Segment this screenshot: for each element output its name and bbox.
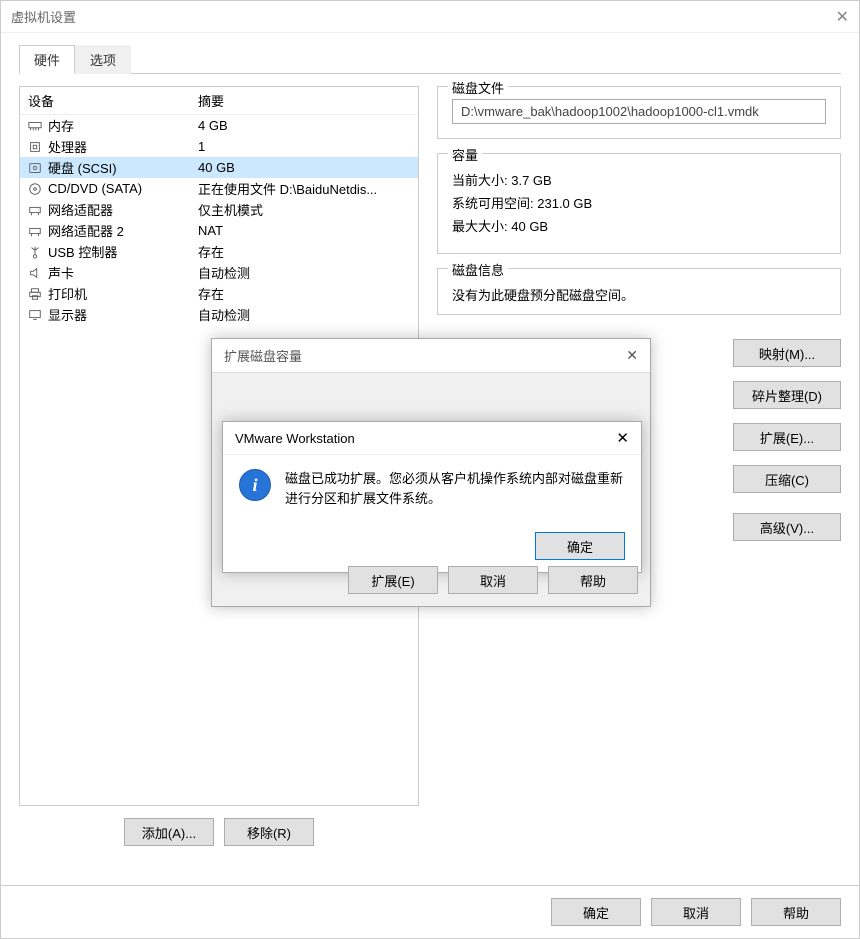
left-buttons: 添加(A)... 移除(R)	[19, 818, 419, 846]
device-row[interactable]: 处理器 1	[20, 136, 418, 157]
vmware-dialog-body: i 磁盘已成功扩展。您必须从客户机操作系统内部对磁盘重新进行分区和扩展文件系统。	[223, 455, 641, 532]
bottom-bar: 确定 取消 帮助	[1, 885, 859, 938]
expand-button[interactable]: 扩展(E)...	[733, 423, 841, 451]
device-summary: 仅主机模式	[198, 200, 410, 219]
ok-button[interactable]: 确定	[551, 898, 641, 926]
disk-file-value[interactable]: D:\vmware_bak\hadoop1002\hadoop1000-cl1.…	[452, 99, 826, 124]
cancel-button[interactable]: 取消	[651, 898, 741, 926]
sound-icon	[28, 266, 42, 280]
device-summary: 40 GB	[198, 160, 410, 175]
close-icon[interactable]: ✕	[836, 7, 849, 27]
device-name: 网络适配器	[48, 200, 113, 219]
map-button[interactable]: 映射(M)...	[733, 339, 841, 367]
capacity-max: 最大大小: 40 GB	[452, 216, 826, 235]
net-icon	[28, 203, 42, 217]
capacity-free: 系统可用空间: 231.0 GB	[452, 193, 826, 212]
device-row[interactable]: USB 控制器 存在	[20, 241, 418, 262]
memory-icon	[28, 119, 42, 133]
defrag-button[interactable]: 碎片整理(D)	[733, 381, 841, 409]
tab-hardware[interactable]: 硬件	[19, 45, 75, 74]
disk-info-title: 磁盘信息	[448, 260, 508, 279]
expand-cancel-button[interactable]: 取消	[448, 566, 538, 594]
device-summary: 存在	[198, 242, 410, 261]
titlebar: 虚拟机设置 ✕	[1, 1, 859, 33]
expand-dialog-body: VMware Workstation ✕ i 磁盘已成功扩展。您必须从客户机操作…	[212, 372, 650, 606]
close-icon[interactable]: ✕	[616, 429, 629, 447]
expand-disk-dialog: 扩展磁盘容量 ✕ VMware Workstation ✕ i 磁盘已成功扩展。…	[211, 338, 651, 607]
device-row[interactable]: 显示器 自动检测	[20, 304, 418, 325]
add-device-button[interactable]: 添加(A)...	[124, 818, 214, 846]
cd-icon	[28, 182, 42, 196]
vm-settings-window: 虚拟机设置 ✕ 硬件 选项 设备 摘要 内存 4 GB 处理器 1 硬盘 (SCSI) 4…	[0, 0, 860, 939]
device-row[interactable]: CD/DVD (SATA) 正在使用文件 D:\BaiduNetdis...	[20, 178, 418, 199]
device-row[interactable]: 打印机 存在	[20, 283, 418, 304]
info-icon: i	[239, 469, 271, 501]
device-row[interactable]: 网络适配器 2 NAT	[20, 220, 418, 241]
close-icon[interactable]: ✕	[626, 347, 638, 364]
device-name: 内存	[48, 116, 74, 135]
cpu-icon	[28, 140, 42, 154]
device-name: USB 控制器	[48, 242, 117, 261]
device-summary: 自动检测	[198, 305, 410, 324]
printer-icon	[28, 287, 42, 301]
help-button[interactable]: 帮助	[751, 898, 841, 926]
window-title: 虚拟机设置	[11, 7, 76, 26]
device-summary: 正在使用文件 D:\BaiduNetdis...	[198, 179, 410, 198]
device-name: CD/DVD (SATA)	[48, 181, 142, 196]
capacity-title: 容量	[448, 145, 482, 164]
disk-icon	[28, 161, 42, 175]
capacity-current: 当前大小: 3.7 GB	[452, 170, 826, 189]
device-summary: NAT	[198, 223, 410, 238]
device-summary: 1	[198, 139, 410, 154]
remove-device-button[interactable]: 移除(R)	[224, 818, 314, 846]
device-name: 处理器	[48, 137, 87, 156]
device-summary: 4 GB	[198, 118, 410, 133]
header-summary: 摘要	[198, 91, 410, 110]
device-name: 网络适配器 2	[48, 221, 124, 240]
device-summary: 自动检测	[198, 263, 410, 282]
disk-info-line1: 没有为此硬盘预分配磁盘空间。	[452, 285, 826, 304]
tab-options[interactable]: 选项	[75, 45, 131, 74]
expand-dialog-buttons: 扩展(E) 取消 帮助	[336, 554, 650, 606]
disk-file-title: 磁盘文件	[448, 78, 508, 97]
vmware-message-text: 磁盘已成功扩展。您必须从客户机操作系统内部对磁盘重新进行分区和扩展文件系统。	[285, 469, 625, 524]
device-list-header: 设备 摘要	[20, 87, 418, 115]
device-summary: 存在	[198, 284, 410, 303]
vmware-dialog-title: VMware Workstation ✕	[223, 422, 641, 455]
expand-dialog-title: 扩展磁盘容量 ✕	[212, 339, 650, 372]
disk-file-group: 磁盘文件 D:\vmware_bak\hadoop1002\hadoop1000…	[437, 86, 841, 139]
device-name: 声卡	[48, 263, 74, 282]
device-row[interactable]: 内存 4 GB	[20, 115, 418, 136]
device-row[interactable]: 声卡 自动检测	[20, 262, 418, 283]
expand-confirm-button[interactable]: 扩展(E)	[348, 566, 438, 594]
advanced-button[interactable]: 高级(V)...	[733, 513, 841, 541]
compress-button[interactable]: 压缩(C)	[733, 465, 841, 493]
device-name: 打印机	[48, 284, 87, 303]
net-icon	[28, 224, 42, 238]
display-icon	[28, 308, 42, 322]
vmware-message-dialog: VMware Workstation ✕ i 磁盘已成功扩展。您必须从客户机操作…	[222, 421, 642, 573]
usb-icon	[28, 245, 42, 259]
tabs: 硬件 选项	[19, 45, 841, 74]
disk-info-group: 磁盘信息 没有为此硬盘预分配磁盘空间。	[437, 268, 841, 315]
device-row[interactable]: 网络适配器 仅主机模式	[20, 199, 418, 220]
expand-help-button[interactable]: 帮助	[548, 566, 638, 594]
device-rows: 内存 4 GB 处理器 1 硬盘 (SCSI) 40 GB CD/DVD (SATA) 正在使…	[20, 115, 418, 325]
device-row[interactable]: 硬盘 (SCSI) 40 GB	[20, 157, 418, 178]
device-name: 显示器	[48, 305, 87, 324]
capacity-group: 容量 当前大小: 3.7 GB 系统可用空间: 231.0 GB 最大大小: 4…	[437, 153, 841, 254]
device-name: 硬盘 (SCSI)	[48, 158, 117, 177]
header-device: 设备	[28, 91, 198, 110]
